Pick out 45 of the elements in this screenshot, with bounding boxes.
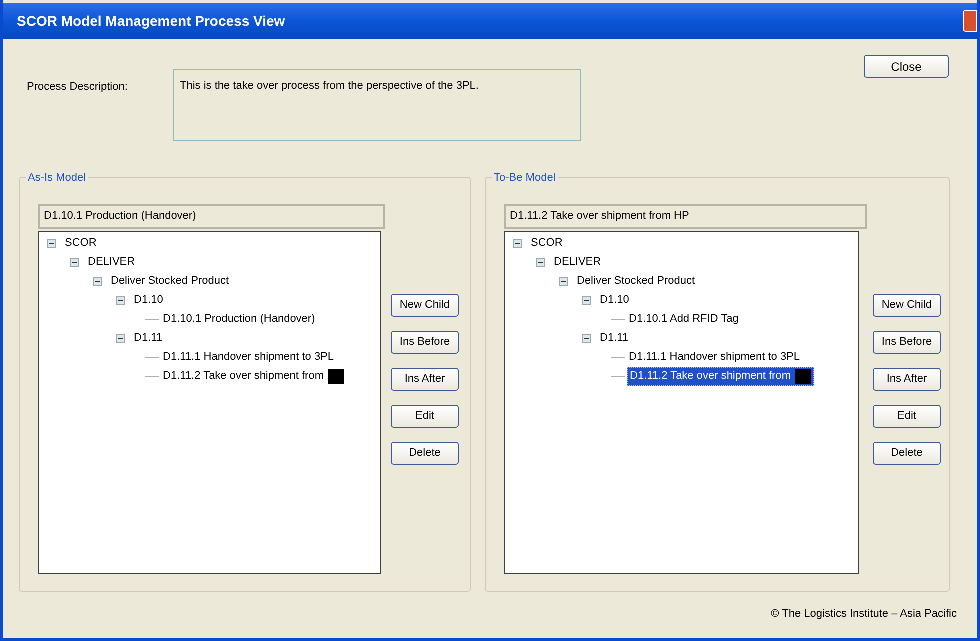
tree-item[interactable]: SCOR: [63, 235, 99, 252]
collapse-icon[interactable]: [559, 277, 568, 286]
action-button[interactable]: Edit: [873, 405, 941, 428]
tree-item[interactable]: D1.11: [132, 330, 165, 347]
tree-item[interactable]: D1.11.2 Take over shipment from: [161, 368, 346, 385]
action-button[interactable]: New Child: [391, 294, 459, 317]
action-button[interactable]: New Child: [873, 294, 941, 317]
copyright-text: © The Logistics Institute – Asia Pacific: [771, 607, 957, 622]
tree-item[interactable]: D1.10.1 Add RFID Tag: [627, 311, 741, 328]
selection-field: D1.11.2 Take over shipment from HP: [504, 204, 867, 229]
tree-item[interactable]: D1.11.1 Handover shipment to 3PL: [161, 349, 336, 366]
tree-item[interactable]: Deliver Stocked Product: [109, 273, 231, 290]
action-button[interactable]: Ins Before: [873, 331, 941, 354]
collapse-icon[interactable]: [582, 334, 591, 343]
selection-field: D1.10.1 Production (Handover): [38, 204, 385, 229]
description-field[interactable]: This is the take over process from the perspective of the 3PL.: [173, 69, 581, 141]
collapse-icon[interactable]: [116, 296, 125, 305]
tree-item[interactable]: Deliver Stocked Product: [575, 273, 697, 290]
collapse-icon[interactable]: [536, 258, 545, 267]
collapse-icon[interactable]: [70, 258, 79, 267]
action-button[interactable]: Ins After: [873, 368, 941, 391]
tree-item[interactable]: D1.10: [132, 292, 166, 309]
action-button[interactable]: Delete: [873, 442, 941, 465]
field-label: Process Description:: [27, 80, 129, 95]
action-button[interactable]: Ins Before: [391, 331, 459, 354]
tree-item[interactable]: DELIVER: [552, 254, 604, 271]
collapse-icon[interactable]: [47, 239, 56, 248]
collapse-icon[interactable]: [513, 239, 522, 248]
tree-view[interactable]: SCOR DELIVER Deliver Stocked Product D1.10 D1.10.1 Production (Handover) D1.11 D1.11.1 Handover shipment to 3PL D1.11.2 Take over shipment from: [38, 231, 381, 574]
tree-item[interactable]: D1.11: [598, 330, 631, 347]
collapse-icon[interactable]: [116, 334, 125, 343]
collapse-icon[interactable]: [93, 277, 102, 286]
tree-item[interactable]: SCOR: [529, 235, 565, 252]
tree-item[interactable]: D1.10.1 Production (Handover): [161, 311, 318, 328]
tree-view[interactable]: SCOR DELIVER Deliver Stocked Product D1.10 D1.10.1 Add RFID Tag D1.11 D1.11.1 Handover shipment to 3PL D1.11.2 Take over shipment from: [504, 231, 859, 574]
tree-item[interactable]: D1.11.1 Handover shipment to 3PL: [627, 349, 802, 366]
collapse-icon[interactable]: [582, 296, 591, 305]
tree-item[interactable]: DELIVER: [86, 254, 138, 271]
tree-item[interactable]: D1.11.2 Take over shipment from: [627, 367, 814, 386]
tree-item[interactable]: D1.10: [598, 292, 632, 309]
close-button[interactable]: Close: [864, 55, 949, 78]
action-button[interactable]: Edit: [391, 405, 459, 428]
action-button[interactable]: Delete: [391, 442, 459, 465]
action-button[interactable]: Ins After: [391, 368, 459, 391]
window-title: SCOR Model Management Process View: [17, 12, 286, 31]
